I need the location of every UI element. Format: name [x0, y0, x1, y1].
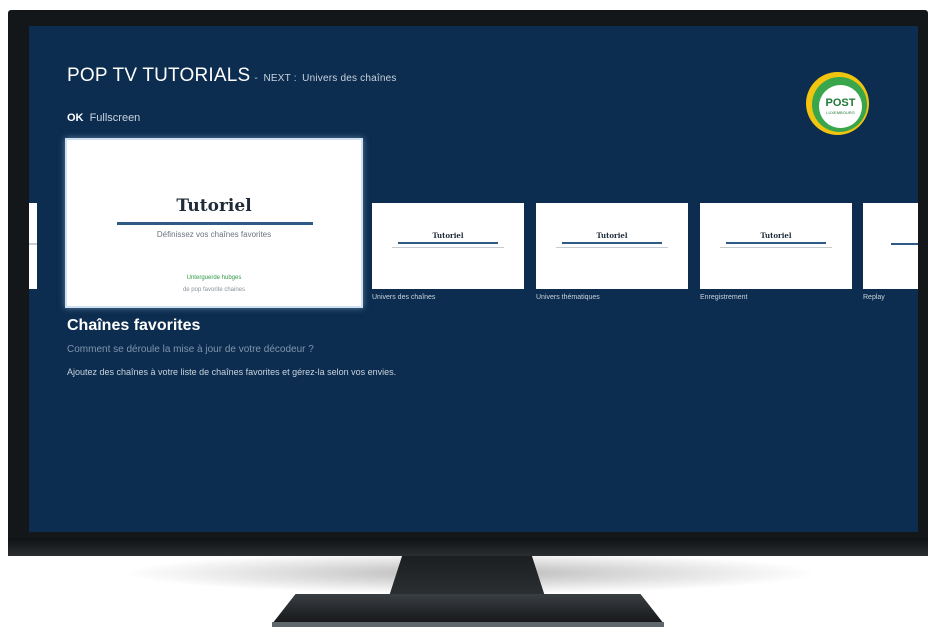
ok-key-label: OK: [67, 112, 84, 124]
thumb-rule: [726, 242, 826, 244]
fullscreen-label: Fullscreen: [89, 112, 141, 124]
carousel-item-univers-thematiques[interactable]: Tutoriel: [536, 203, 688, 289]
thumb-subtitle-line: [720, 247, 832, 248]
breadcrumb-next-label: NEXT :: [263, 73, 297, 84]
carousel-caption: Univers thématiques: [536, 294, 600, 301]
section-title: Chaînes favorites: [67, 317, 201, 334]
thumb-title: Tutoriel: [596, 231, 628, 240]
thumb-subtitle-line: [392, 247, 504, 248]
selected-card-highlight: Unterguerde hubges: [186, 275, 242, 281]
thumb-subtitle-line: [556, 247, 668, 248]
post-logo: POST LUXEMBOURG: [806, 72, 869, 135]
section-question: Comment se déroule la mise à jour de vot…: [67, 344, 314, 355]
carousel-item-selected[interactable]: Tutoriel Définissez vos chaînes favorite…: [65, 138, 363, 308]
breadcrumb-separator: -: [254, 73, 258, 84]
carousel-item-partial-left[interactable]: [29, 203, 37, 289]
tv-stand-neck: [388, 555, 546, 597]
selected-card-note: de pop favorite chaines: [182, 287, 246, 293]
selected-card-rule: [117, 222, 313, 225]
thumb-rule: [562, 242, 662, 244]
carousel-caption: Univers des chaînes: [372, 294, 436, 301]
app-title-text: POP TV TUTORIALS: [67, 65, 251, 86]
tv-chin: [8, 538, 928, 556]
tv-screen: POP TV TUTORIALS - NEXT : Univers des cha…: [29, 26, 918, 532]
carousel-caption: Enregistrement: [700, 294, 748, 301]
fullscreen-hint: OK Fullscreen: [67, 112, 140, 124]
thumb-rule: [891, 243, 918, 245]
tv-stand-base: [272, 594, 664, 624]
app-title: POP TV TUTORIALS - NEXT : Univers des cha…: [67, 65, 397, 87]
carousel-caption: Replay: [863, 294, 885, 301]
logo-subtext: LUXEMBOURG: [826, 110, 855, 115]
selected-card-title: Tutoriel: [176, 196, 252, 216]
selected-card-subtitle: Définissez vos chaînes favorites: [156, 230, 272, 239]
logo-inner: POST LUXEMBOURG: [819, 85, 862, 128]
thumb-title: Tutoriel: [760, 231, 792, 240]
thumb-title: Tutoriel: [432, 231, 464, 240]
carousel-item-enregistrement[interactable]: Tutoriel: [700, 203, 852, 289]
carousel-item-replay[interactable]: [863, 203, 918, 289]
thumb-rule: [398, 242, 498, 244]
breadcrumb-next-value: Univers des chaînes: [302, 73, 397, 84]
thumb-rule: [29, 243, 37, 245]
carousel-item-univers-chaines[interactable]: Tutoriel: [372, 203, 524, 289]
tv-stand-base-edge: [272, 622, 664, 627]
section-description: Ajoutez des chaînes à votre liste de cha…: [67, 367, 397, 377]
logo-text: POST: [825, 97, 856, 109]
